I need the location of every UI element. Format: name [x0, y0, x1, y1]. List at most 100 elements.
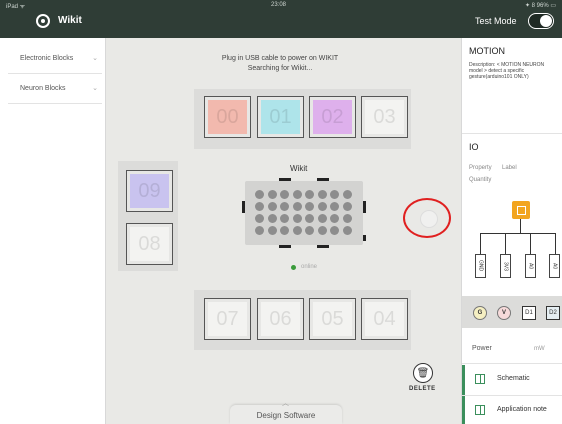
board-connector [279, 178, 291, 181]
board-pin-dot [255, 214, 264, 223]
pin-d1: D1 [522, 306, 536, 320]
module-title: MOTION [469, 46, 505, 56]
board-connector [279, 245, 291, 248]
board-pin-dot [305, 214, 314, 223]
chevron-up-icon: ︿ [282, 400, 289, 407]
application-note-link[interactable]: Application note [462, 396, 562, 424]
slot-block[interactable]: 03 [361, 96, 408, 138]
board-pin-dot [292, 190, 302, 199]
board-connector [317, 245, 329, 248]
app-title: Wikit [58, 15, 82, 26]
slot-block[interactable]: 07 [204, 298, 251, 340]
wire [480, 233, 556, 234]
wire [530, 233, 531, 254]
board-pin-dot [342, 226, 352, 235]
board-pin-dot [255, 190, 264, 199]
power-unit: mW [534, 346, 545, 352]
sidebar-item-electronic-blocks[interactable]: Electronic Blocks ⌄ [8, 44, 102, 74]
board-pin-dot [255, 202, 264, 211]
board-pin-dot [280, 214, 289, 223]
wikit-board[interactable] [242, 178, 366, 248]
board-connector [363, 201, 366, 213]
slot-block[interactable]: 02 [309, 96, 356, 138]
board-pin-dot [292, 214, 302, 223]
wire [505, 233, 506, 254]
board-pin-dot [342, 202, 352, 211]
board-connector [242, 201, 245, 213]
board-pin-dot [280, 202, 289, 211]
delete-label: DELETE [409, 386, 436, 392]
design-software-label: Design Software [256, 411, 316, 420]
pin-label-box: A0 [549, 254, 560, 278]
slot-block[interactable]: 01 [257, 96, 304, 138]
board-connector [363, 235, 366, 241]
application-note-label: Application note [497, 406, 547, 413]
board-pin-dot [317, 190, 327, 199]
board-pin-dot [292, 226, 302, 235]
io-heading: IO [469, 142, 479, 152]
board-pin-dot [330, 202, 339, 211]
sidebar-item-label: Neuron Blocks [20, 85, 66, 92]
wikit-logo-icon [36, 14, 50, 28]
design-software-tab[interactable]: ︿ Design Software [230, 400, 342, 424]
sidebar: Electronic Blocks ⌄ Neuron Blocks ⌄ [0, 38, 106, 424]
slot-block[interactable]: 09 [126, 170, 173, 212]
wire [480, 233, 481, 254]
quantity-label: Quantity [469, 177, 492, 183]
test-mode-label: Test Mode [475, 16, 517, 26]
board-pin-dot [317, 202, 327, 211]
board-pin-dot [305, 190, 314, 199]
add-block-button[interactable] [420, 210, 438, 228]
board-connector [317, 178, 329, 181]
pin-g: G [473, 306, 487, 320]
motion-module-icon [512, 201, 530, 219]
board-pin-dot [267, 202, 277, 211]
slot-block[interactable]: 00 [204, 96, 251, 138]
status-battery: ✦ 8 96% ▭ [524, 3, 556, 9]
board-pin-dot [305, 226, 314, 235]
right-panel: MOTION Description: < MOTION NEURON mode… [461, 38, 562, 424]
status-time: 23:08 [271, 2, 287, 8]
book-icon [475, 374, 485, 384]
board-pin-dot [317, 214, 327, 223]
wire [555, 233, 556, 254]
schematic-link[interactable]: Schematic [462, 365, 562, 395]
board-label: Wikit [290, 164, 308, 173]
pin-label-box: A0 [525, 254, 536, 278]
sidebar-item-label: Electronic Blocks [20, 55, 74, 62]
pin-label-box: GND [475, 254, 486, 278]
board-pin-dot [342, 190, 352, 199]
online-status-dot [291, 265, 296, 270]
slot-block[interactable]: 04 [361, 298, 408, 340]
schematic-label: Schematic [497, 375, 530, 382]
sidebar-item-neuron-blocks[interactable]: Neuron Blocks ⌄ [8, 74, 102, 104]
board-pin-dot [342, 214, 352, 223]
board-pin-dot [317, 226, 327, 235]
slot-block[interactable]: 05 [309, 298, 356, 340]
board-pin-dot [292, 202, 302, 211]
board-pin-dot [330, 190, 339, 199]
searching-message: Searching for Wikit... [247, 65, 313, 72]
board-pin-dot [330, 214, 339, 223]
toggle-knob [540, 15, 552, 27]
test-mode-toggle[interactable] [528, 13, 554, 29]
slot-block[interactable]: 08 [126, 223, 173, 265]
slot-block[interactable]: 06 [257, 298, 304, 340]
trash-icon[interactable]: 🗑 [413, 363, 433, 383]
divider [462, 363, 562, 364]
pin-v: V [497, 306, 511, 320]
board-pin-dot [330, 226, 339, 235]
top-bar: iPad ᯤ 23:08 ✦ 8 96% ▭ Wikit Test Mode [0, 0, 562, 38]
pin-d2: D2 [546, 306, 560, 320]
pin-label-box: 3V3 [500, 254, 511, 278]
chevron-down-icon: ⌄ [92, 85, 98, 92]
board-pin-dot [267, 190, 277, 199]
label-label: Label [502, 165, 517, 171]
power-label: Power [472, 345, 492, 352]
board-pin-dot [267, 214, 277, 223]
property-label: Property [469, 165, 492, 171]
board-pin-dot [255, 226, 264, 235]
wire [520, 219, 521, 233]
module-description: Description: < MOTION NEURON model > det… [469, 62, 545, 80]
board-pin-dot [305, 202, 314, 211]
